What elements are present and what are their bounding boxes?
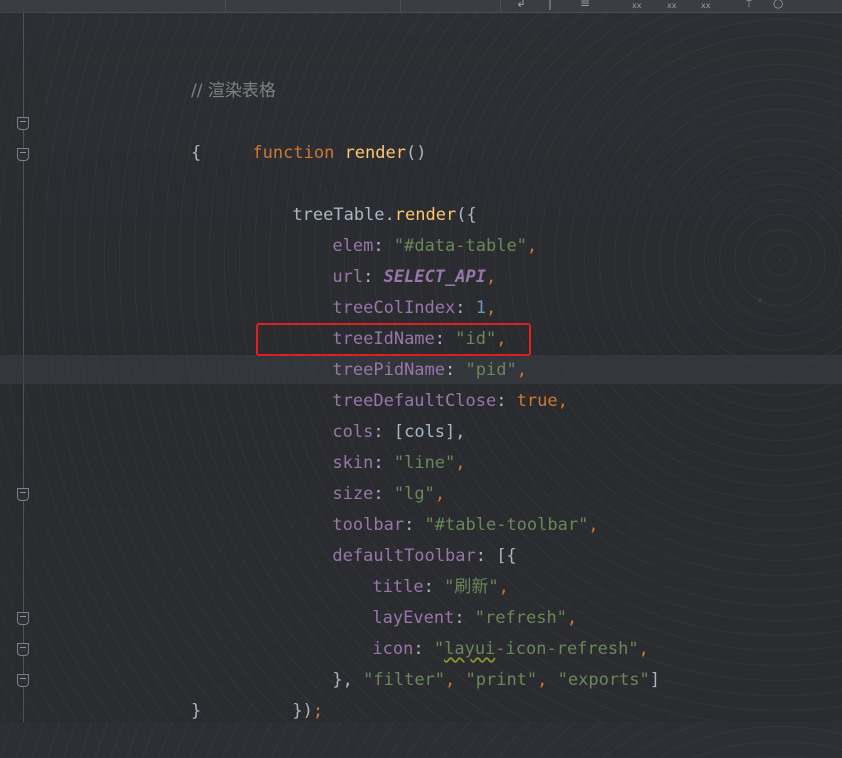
upload-icon[interactable]: ⇡ (744, 0, 754, 10)
code-line: // 渲染表格 (0, 45, 842, 101)
code-line: title: "刷新", (0, 510, 842, 597)
editor-tab-bar: ↲ | ≡ xx xx xx ⇡ ○ (0, 0, 842, 13)
code-line: { (0, 107, 842, 163)
code-line: elem: "#data-table", (0, 169, 842, 256)
code-line: function render() (0, 76, 842, 163)
code-line: icon: "layui-icon-refresh", (0, 572, 842, 659)
code-line: }); (0, 634, 842, 721)
code-line: skin: "line", (0, 386, 842, 473)
code-line: treePidName: "pid", (0, 293, 842, 380)
code-line: treeColIndex: 1, (0, 231, 842, 318)
refresh-icon[interactable]: ○ (773, 0, 783, 10)
editor-tab[interactable] (0, 0, 226, 12)
code-line: treeDefaultClose: true, (0, 324, 842, 411)
code-line: url: SELECT_API, (0, 200, 842, 287)
call-close: }) (292, 701, 313, 721)
editor-tab[interactable] (400, 0, 501, 12)
xx-icon[interactable]: xx (701, 0, 710, 13)
code-line: defaultToolbar: [{ (0, 479, 842, 566)
code-line: toolbar: "#table-toolbar", (0, 448, 842, 535)
code-line: size: "lg", (0, 417, 842, 504)
editor-tab[interactable] (225, 0, 401, 12)
code-line: layEvent: "refresh", (0, 541, 842, 628)
xx-icon[interactable]: xx (632, 0, 641, 13)
semicolon: ; (312, 701, 324, 721)
pause-icon[interactable]: | (548, 0, 552, 10)
list-icon[interactable]: ≡ (580, 0, 590, 10)
xx-icon[interactable]: xx (667, 0, 676, 13)
arrow-icon[interactable]: ↲ (516, 0, 526, 10)
code-line: cols: [cols], (0, 355, 842, 442)
code-line: treeTable.render({ (0, 138, 842, 225)
code-line: }, "filter", "print", "exports"] (0, 603, 842, 690)
code-line: } (0, 665, 842, 721)
close-brace: } (191, 701, 202, 721)
code-line: treeIdName: "id", (0, 262, 842, 349)
